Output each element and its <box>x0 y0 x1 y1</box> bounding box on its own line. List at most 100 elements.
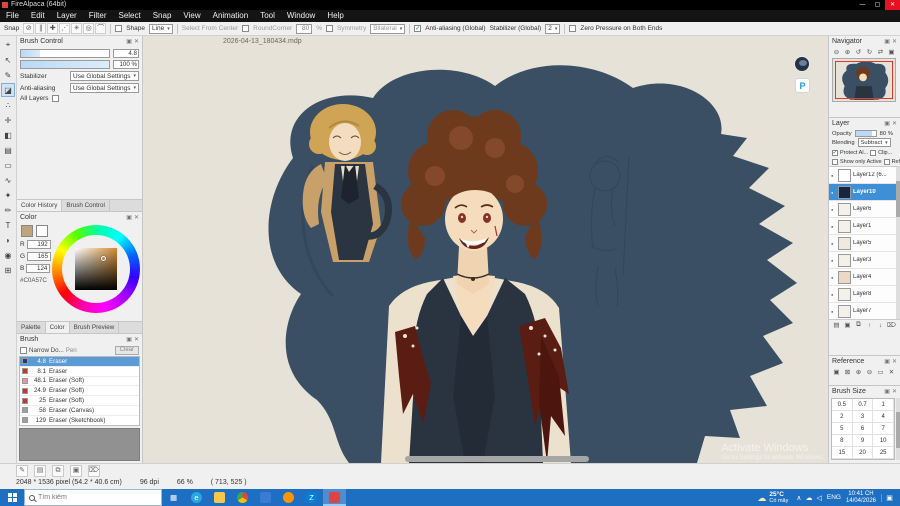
taskbar-app-button[interactable] <box>277 489 300 506</box>
layer-action-icon[interactable]: ↓ <box>876 322 885 329</box>
brush-size-cell[interactable]: 6 <box>852 423 874 435</box>
menu-item[interactable]: Select <box>112 10 146 22</box>
clear-button[interactable]: Clear <box>114 346 139 355</box>
protect-alpha-checkbox[interactable]: ✓ <box>832 149 838 156</box>
artwork-image[interactable] <box>143 36 828 463</box>
snap-mode-icon[interactable]: ⌒ <box>95 23 107 34</box>
menu-item[interactable]: Help <box>321 10 349 22</box>
brush-item[interactable]: 24.9 Eraser (Soft) <box>20 386 139 397</box>
tool-button[interactable]: T <box>1 218 15 232</box>
taskbar-app-button[interactable]: Z <box>300 489 323 506</box>
blue-value-input[interactable]: 124 <box>26 264 51 273</box>
weather-widget[interactable]: ☁ 25°C Có mây <box>754 491 791 505</box>
reference-tool-icon[interactable]: ✕ <box>887 368 896 376</box>
panel-tab[interactable]: Color History <box>17 200 63 211</box>
layer-row[interactable]: ● Layer7 <box>829 303 900 319</box>
brush-size-cell[interactable]: 2 <box>832 411 853 423</box>
tool-button[interactable]: ◗ <box>1 233 15 247</box>
layer-visibility-icon[interactable]: ● <box>831 258 836 263</box>
taskbar-app-button[interactable]: ▦ <box>162 489 185 506</box>
layer-row[interactable]: ● Layer8 <box>829 286 900 303</box>
layer-visibility-icon[interactable]: ● <box>831 207 836 212</box>
antialiasing-checkbox[interactable]: ✓ <box>414 25 422 32</box>
tool-button[interactable]: ✎ <box>1 68 15 82</box>
tool-button[interactable]: ◧ <box>1 128 15 142</box>
navigator-tool-icon[interactable]: ⊖ <box>832 48 841 56</box>
snap-mode-icon[interactable]: ∥ <box>35 23 47 34</box>
menu-item[interactable]: Animation <box>207 10 255 22</box>
panel-close-icon[interactable]: ✕ <box>134 214 139 221</box>
layer-action-icon[interactable]: ▤ <box>832 321 841 329</box>
snap-mode-icon[interactable]: ⊘ <box>23 23 35 34</box>
tool-button[interactable]: ∴ <box>1 98 15 112</box>
menu-item[interactable]: Snap <box>147 10 178 22</box>
reference-checkbox[interactable] <box>883 158 890 165</box>
navigator-tool-icon[interactable]: ↺ <box>854 48 863 56</box>
avatar[interactable] <box>794 56 810 72</box>
layer-action-icon[interactable]: ▣ <box>843 321 852 329</box>
brush-item[interactable]: 8.1 Eraser <box>20 367 139 377</box>
brush-opacity-slider[interactable] <box>20 60 110 69</box>
blending-dropdown[interactable]: Subtract ▾ <box>857 138 891 147</box>
brush-item[interactable]: 58 Eraser (Canvas) <box>20 406 139 416</box>
panel-close-icon[interactable]: ✕ <box>134 38 139 45</box>
tool-button[interactable]: ⌖ <box>1 38 15 52</box>
tray-icon[interactable]: ∧ <box>796 494 801 502</box>
layer-row[interactable]: ● Layer12 (6... <box>829 167 900 184</box>
brush-size-cell[interactable]: 1 <box>873 399 894 411</box>
tool-button[interactable]: ↖ <box>1 53 15 67</box>
document-tab[interactable]: 2026-04-13_180434.mdp <box>223 38 302 45</box>
layer-visibility-icon[interactable]: ● <box>831 224 836 229</box>
brush-size-cell[interactable]: 10 <box>873 435 894 447</box>
symmetry-checkbox[interactable] <box>325 25 333 32</box>
brush-opacity-value[interactable]: 100 % <box>113 60 139 69</box>
panel-pin-icon[interactable]: ▣ <box>884 120 890 127</box>
layer-visibility-icon[interactable]: ● <box>831 309 836 314</box>
navigator-tool-icon[interactable]: ⇄ <box>876 48 885 56</box>
zero-pressure-checkbox[interactable] <box>569 25 577 32</box>
brush-size-value[interactable]: 4.8 <box>113 49 139 58</box>
search-input[interactable] <box>38 494 138 501</box>
menu-item[interactable]: Window <box>281 10 321 22</box>
navigator-tool-icon[interactable]: ⊕ <box>843 48 852 56</box>
brush-size-slider[interactable] <box>20 49 110 58</box>
tool-button[interactable]: ▤ <box>1 143 15 157</box>
start-button[interactable] <box>0 489 24 506</box>
minimize-button[interactable]: — <box>855 0 870 10</box>
layer-action-icon[interactable]: ⌦ <box>887 321 896 329</box>
brush-item[interactable]: 129 Eraser (Sketchbook) <box>20 416 139 425</box>
tool-button[interactable]: ✛ <box>1 113 15 127</box>
language-indicator[interactable]: ENG <box>827 494 841 501</box>
tool-button[interactable]: ✏ <box>1 203 15 217</box>
layer-row[interactable]: ● Layer4 <box>829 269 900 286</box>
maximize-button[interactable]: ▢ <box>870 0 885 10</box>
status-action-icon[interactable]: ⌦ <box>88 465 100 477</box>
panel-tab[interactable]: Brush Preview <box>69 322 120 333</box>
tool-button[interactable]: ▭ <box>1 158 15 172</box>
symmetry-dropdown[interactable]: Bilateral ▾ <box>370 23 406 34</box>
tool-button[interactable]: ◉ <box>1 248 15 262</box>
action-center-icon[interactable]: ▣ <box>881 493 897 502</box>
brush-size-scrollbar[interactable] <box>896 398 900 460</box>
red-value-input[interactable]: 192 <box>26 240 51 249</box>
layer-visibility-icon[interactable]: ● <box>831 275 836 280</box>
opacity-slider[interactable] <box>854 130 877 137</box>
layer-visibility-icon[interactable]: ● <box>831 241 836 246</box>
panel-close-icon[interactable]: ✕ <box>892 388 897 395</box>
panel-tab[interactable]: Color <box>45 322 70 333</box>
navigator-viewport[interactable] <box>835 61 893 99</box>
menu-item[interactable]: Edit <box>25 10 51 22</box>
layer-action-icon[interactable]: ⧉ <box>854 321 863 329</box>
close-button[interactable]: ✕ <box>885 0 900 10</box>
layer-row[interactable]: ● Layer1 <box>829 218 900 235</box>
panel-close-icon[interactable]: ✕ <box>892 38 897 45</box>
brush-item[interactable]: 4.8 Eraser <box>20 357 139 367</box>
taskbar-clock[interactable]: 10:41 CH 14/04/2026 <box>846 491 876 505</box>
layer-list-scrollbar[interactable] <box>896 167 900 319</box>
panel-pin-icon[interactable]: ▣ <box>126 38 132 45</box>
panel-tab[interactable]: Brush Control <box>62 200 110 211</box>
status-action-icon[interactable]: ⧉ <box>52 465 64 477</box>
reference-tool-icon[interactable]: ⊖ <box>865 368 874 376</box>
status-action-icon[interactable]: ▤ <box>34 465 46 477</box>
menu-item[interactable]: Filter <box>83 10 113 22</box>
